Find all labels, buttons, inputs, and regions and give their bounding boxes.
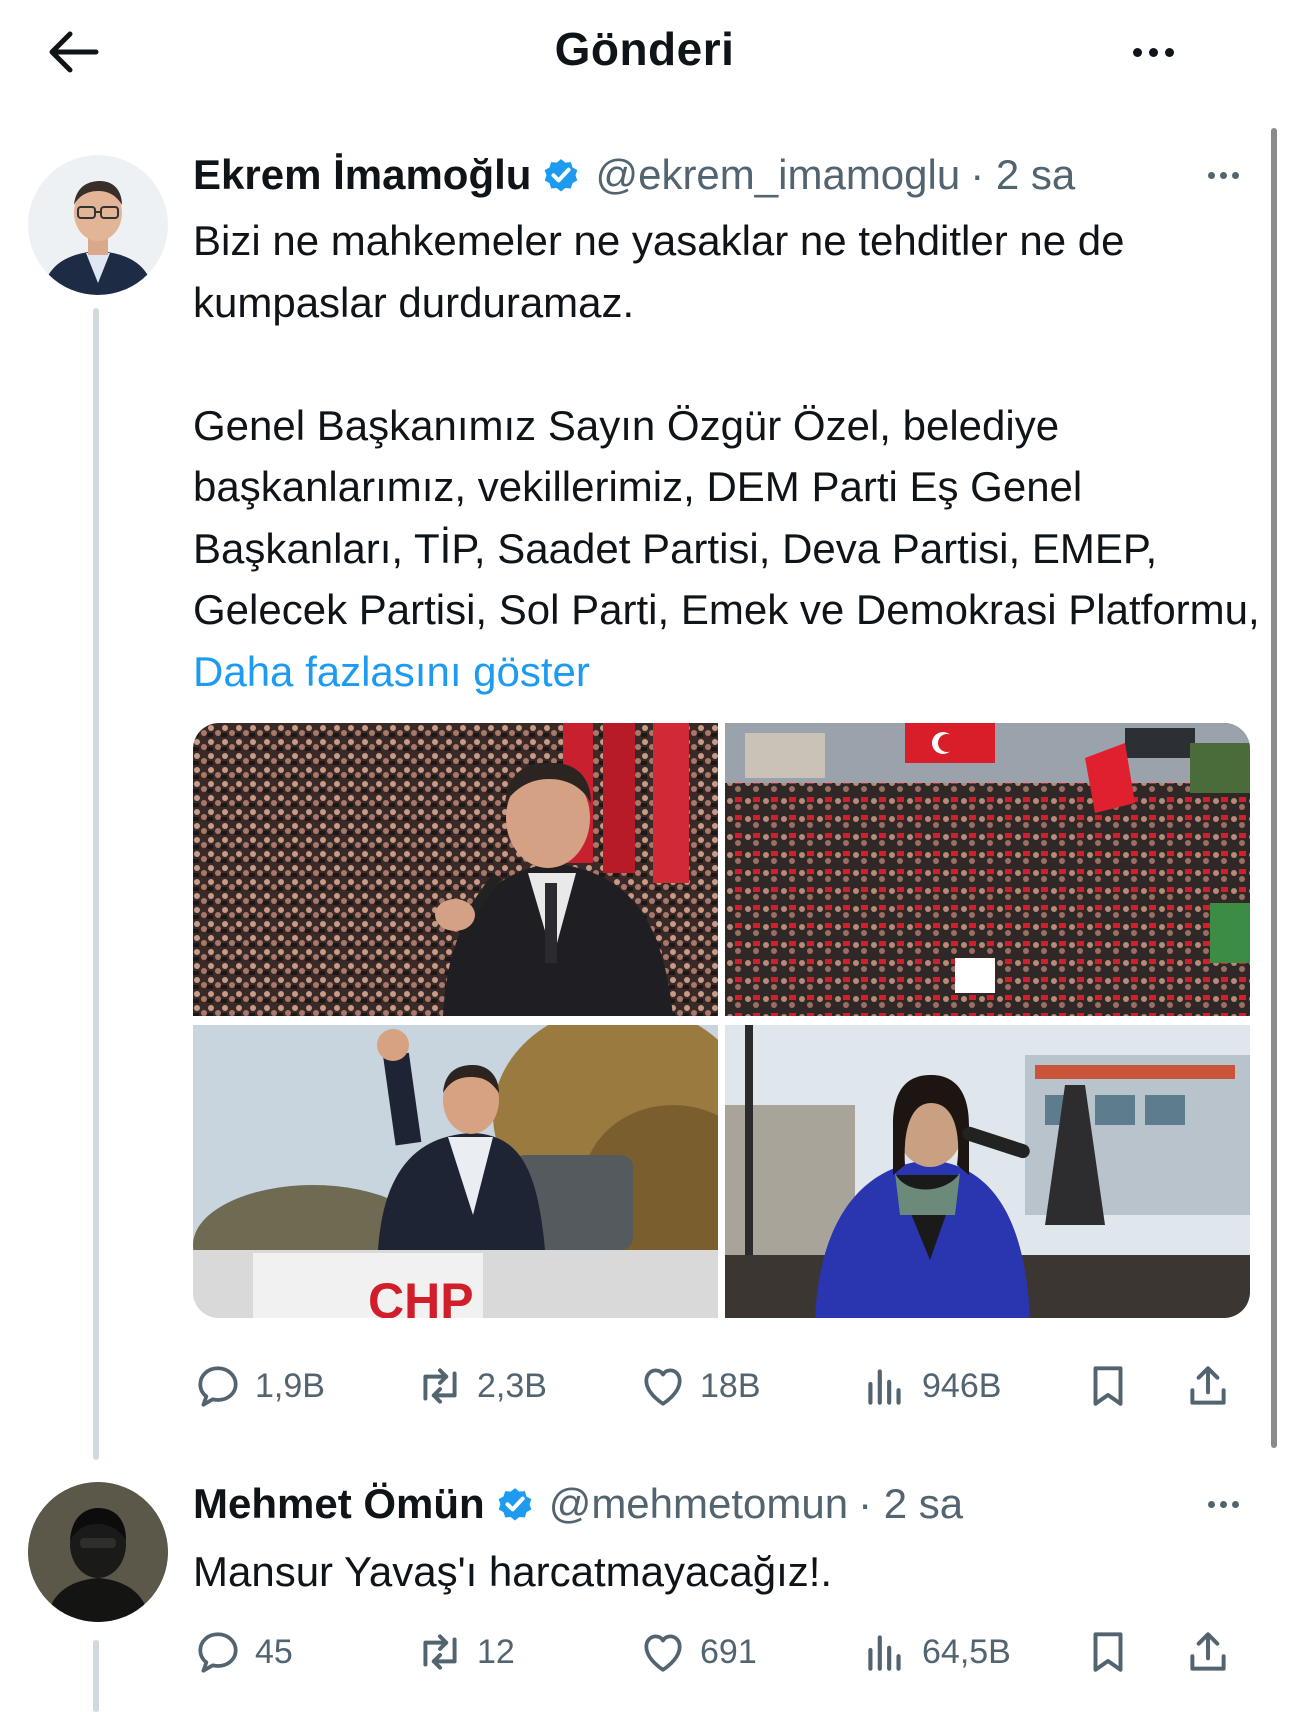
like-button[interactable]: 691 xyxy=(638,1620,757,1684)
more-horizontal-icon xyxy=(1207,1500,1239,1508)
tweet-more-button[interactable] xyxy=(1195,1484,1251,1524)
scrollbar[interactable] xyxy=(1271,128,1277,1448)
timestamp[interactable]: · 2 sa xyxy=(858,1480,963,1528)
repost-count: 12 xyxy=(477,1632,515,1671)
tweet-text: Mansur Yavaş'ı harcatmayacağız!. xyxy=(193,1541,1263,1603)
heart-icon xyxy=(644,1634,682,1672)
views-chart-icon xyxy=(868,1635,901,1671)
tweet-actions: 45 12 691 64,5B xyxy=(193,1620,1263,1684)
bookmark-button[interactable] xyxy=(1083,1620,1133,1684)
repost-icon xyxy=(423,1634,457,1670)
avatar[interactable] xyxy=(28,1482,168,1622)
reply-tweet[interactable]: Mehmet Ömün @mehmetomun · 2 sa Mansur Ya… xyxy=(0,0,1260,1712)
author-name[interactable]: Mehmet Ömün xyxy=(193,1480,485,1528)
reply-button[interactable]: 45 xyxy=(193,1620,293,1684)
repost-button[interactable]: 12 xyxy=(415,1620,515,1684)
views-button[interactable]: 64,5B xyxy=(860,1620,1011,1684)
share-button[interactable] xyxy=(1183,1620,1233,1684)
like-count: 691 xyxy=(700,1632,757,1671)
reply-count: 45 xyxy=(255,1632,293,1671)
author-handle[interactable]: @mehmetomun xyxy=(549,1480,848,1528)
tweet-paragraph: Mansur Yavaş'ı harcatmayacağız!. xyxy=(193,1548,833,1595)
verified-badge-icon xyxy=(498,1488,532,1521)
views-count: 64,5B xyxy=(922,1632,1011,1671)
share-icon xyxy=(1190,1632,1226,1671)
tweet-header: Mehmet Ömün @mehmetomun · 2 sa xyxy=(193,1474,963,1534)
bookmark-icon xyxy=(1093,1632,1123,1672)
reply-icon xyxy=(198,1632,238,1673)
thread-line xyxy=(93,1640,99,1712)
